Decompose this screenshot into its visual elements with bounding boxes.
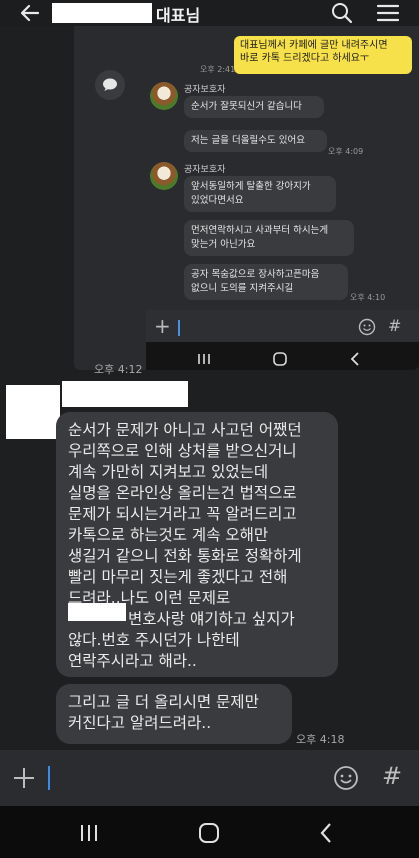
screenshot-yellow-bubble: 대표님께서 카페에 글만 내려주시면 바로 카톡 드리겠다고 하세요ㅜ [234,36,412,74]
screenshot-cursor [178,320,180,336]
message-line: 연락주시라고 해라.. [68,652,197,670]
home-icon [273,352,287,366]
message-line: 않다.번호 주시던가 나한테 [68,631,240,649]
screenshot-bubble-line: 먼저연락하시고 사과부터 하시는게 [191,225,329,236]
message-line: 그리고 글 더 올리시면 문제만 [68,693,259,711]
message-input[interactable] [46,760,322,796]
hamburger-menu-icon[interactable] [376,3,400,23]
message-line: 우리쪽으로 인해 상처를 받으신거니 [68,442,297,460]
redacted-name [52,3,152,23]
message-bubble[interactable]: 그리고 글 더 올리시면 문제만 커진다고 알려드려라.. [56,684,292,744]
message-time: 오후 4:18 [296,733,345,746]
screenshot-bubble-line: 맞는거 아닌가요 [191,239,256,250]
redacted-sender-avatar [6,385,60,439]
screenshot-yellow-line: 대표님께서 카페에 글만 내려주시면 [240,40,388,51]
text-cursor [48,766,50,790]
screenshot-bubble: 공자 목숨값으로 장사하고픈마음 없으니 도의를 지켜주시길 [184,264,348,300]
message-time: 오후 4:12 [94,363,143,376]
home-icon[interactable] [197,821,221,845]
screenshot-sender-name: 공자보호자 [184,165,226,175]
message-line: 계속 가만히 지켜보고 있었는데 [68,463,269,481]
message-line: 카톡으로 하는것도 계속 오해만 [68,526,269,544]
back-icon [350,352,359,366]
shared-screenshot-image[interactable]: 대표님께서 카페에 글만 내려주시면 바로 카톡 드리겠다고 하세요ㅜ 오후 2… [74,26,419,370]
screenshot-bubble-line: 앞서동일하게 탈출한 강아지가 [191,181,311,192]
screenshot-bubble: 앞서동일하게 탈출한 강아지가 있었다면서요 [184,176,336,212]
screenshot-time: 오후 2:41 [200,65,236,74]
plus-icon[interactable] [12,766,36,790]
screenshot-bubble: 먼저연락하시고 사과부터 하시는게 맞는거 아닌가요 [184,220,354,256]
screenshot-nav-bar [146,342,419,370]
redacted-sender-name [62,381,188,407]
screenshot-hash-icon: # [388,316,402,335]
emoji-icon [358,318,376,336]
message-line: 생길거 같으니 전화 통화로 정확하게 [68,547,302,565]
search-icon[interactable] [330,2,354,24]
screenshot-avatar [150,162,178,190]
message-input-bar: # [0,750,419,806]
arrow-left-icon[interactable] [18,2,42,24]
message-line: 커진다고 알려드려라.. [68,714,212,732]
screenshot-time: 오후 4:10 [350,293,386,302]
chat-title: 대표님 [156,6,201,25]
top-bar: 대표님 [0,0,419,26]
chat-bubble-icon [95,70,125,100]
redacted-word [68,603,126,621]
message-line: 문제가 되시는거라고 꼭 알려드리고 [68,505,297,523]
message-bubble[interactable]: 순서가 문제가 아니고 사고던 어쨌던 우리쪽으로 인해 상처를 받으신거니 계… [56,412,338,677]
message-line: 빨리 마무리 짓는게 좋겠다고 전해 [68,568,288,586]
screenshot-avatar [150,82,178,110]
back-icon[interactable] [316,821,338,845]
screenshot-plus-icon: + [154,314,171,338]
message-line: 순서가 문제가 아니고 사고던 어쨌던 [68,421,302,439]
screenshot-bubble-line: 없으니 도의를 지켜주시길 [191,283,294,294]
screenshot-bubble: 순서가 잘못되신거 같습니다 [184,96,324,118]
emoji-icon[interactable] [333,765,359,791]
screenshot-yellow-line: 바로 카톡 드리겠다고 하세요ㅜ [240,53,370,64]
screenshot-time: 오후 4:09 [328,147,364,156]
screenshot-bubble-line: 공자 목숨값으로 장사하고픈마음 [191,269,320,280]
recent-apps-icon [198,354,210,364]
message-line: 실명을 온라인상 올리는건 법적으로 [68,484,297,502]
screenshot-bubble-line: 있었다면서요 [191,195,244,206]
screenshot-sender-name: 공자보호자 [184,85,226,95]
system-nav-bar [0,806,419,858]
recent-apps-icon[interactable] [78,822,100,844]
message-line-text: 변호사랑 얘기하고 싶지가 [128,610,295,628]
hash-tag-button[interactable]: # [382,762,402,790]
screenshot-bubble: 저는 글을 더올릴수도 있어요 [184,130,327,152]
